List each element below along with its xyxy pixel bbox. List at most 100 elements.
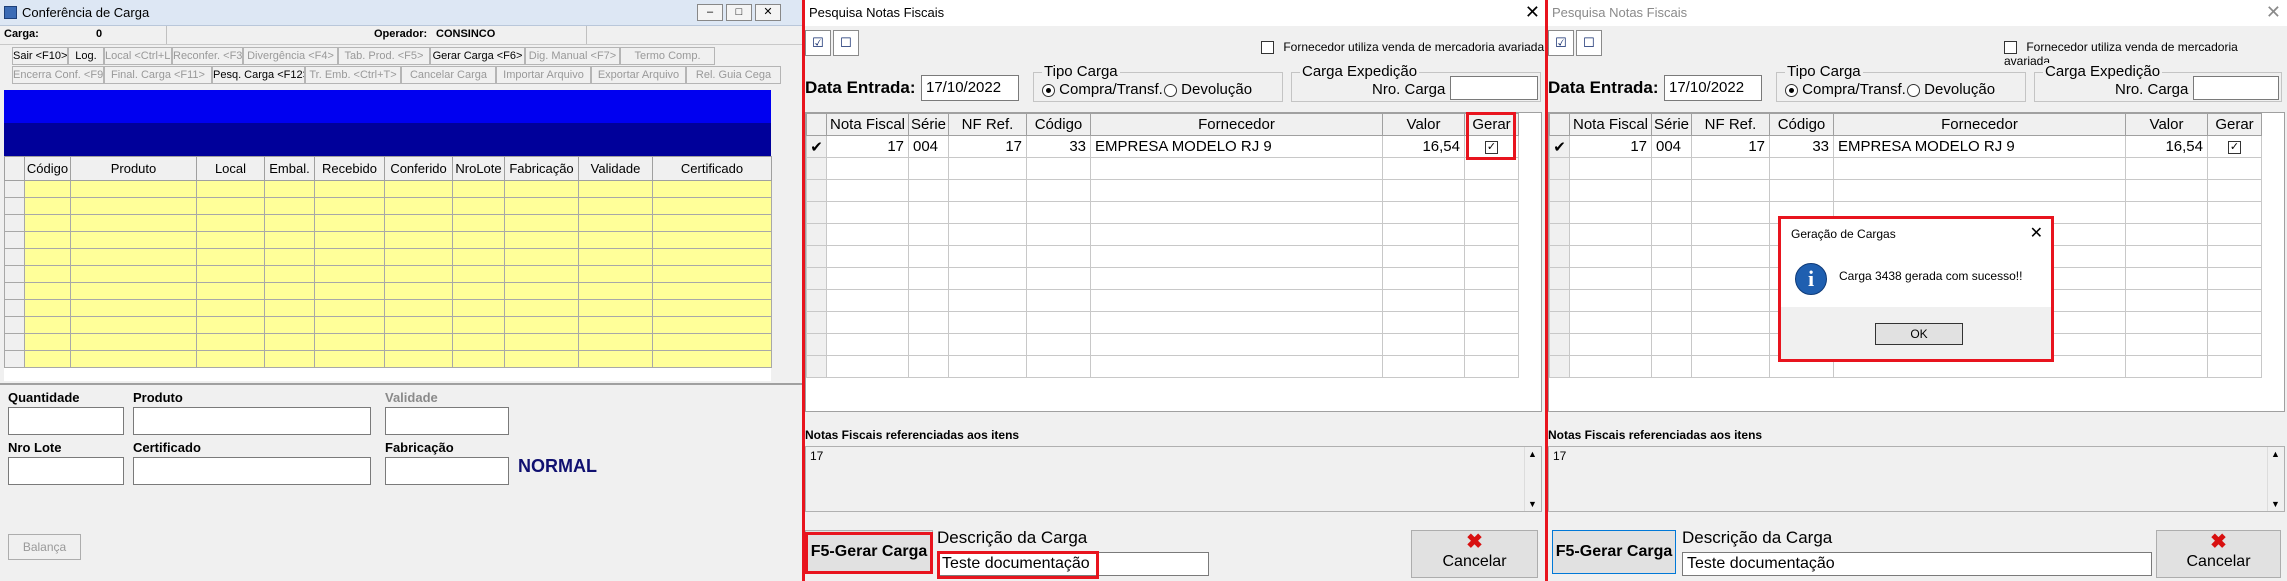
descricao-input[interactable]: Teste documentação — [1682, 552, 2152, 576]
radio-devolucao-dot[interactable] — [1907, 83, 1920, 97]
table-cell[interactable] — [1651, 179, 1692, 202]
table-cell[interactable] — [652, 231, 772, 249]
memo-scrollbar[interactable]: ▲ ▼ — [2267, 447, 2284, 511]
column-header[interactable]: Código — [1026, 113, 1091, 136]
table-cell[interactable] — [2125, 355, 2208, 378]
table-cell[interactable] — [384, 214, 453, 232]
table-cell[interactable] — [2125, 223, 2208, 246]
table-cell[interactable] — [504, 214, 579, 232]
table-row[interactable] — [4, 350, 772, 368]
table-cell[interactable] — [314, 350, 385, 368]
table-cell[interactable] — [196, 299, 265, 317]
table-cell[interactable] — [1569, 333, 1652, 356]
table-cell[interactable] — [652, 299, 772, 317]
row-indicator[interactable] — [4, 197, 25, 215]
data-entrada-input[interactable]: 17/10/2022 — [921, 75, 1019, 101]
table-row[interactable] — [806, 201, 1519, 224]
table-cell[interactable] — [652, 333, 772, 351]
table-row[interactable] — [806, 179, 1519, 202]
table-cell[interactable] — [578, 197, 653, 215]
scroll-up-icon[interactable]: ▲ — [1528, 449, 1537, 459]
row-indicator[interactable] — [4, 265, 25, 283]
table-cell[interactable] — [948, 333, 1027, 356]
table-cell[interactable] — [908, 355, 949, 378]
table-cell[interactable] — [504, 299, 579, 317]
nro-carga-input[interactable] — [1450, 76, 1538, 100]
close-icon[interactable]: ✕ — [1525, 2, 1540, 23]
column-header[interactable]: Fornecedor — [1090, 113, 1383, 136]
column-header[interactable]: NF Ref. — [1691, 113, 1770, 136]
table-cell[interactable] — [314, 316, 385, 334]
column-header[interactable]: Validade — [578, 156, 653, 181]
table-cell[interactable] — [1691, 333, 1770, 356]
table-cell[interactable] — [1651, 223, 1692, 246]
table-cell[interactable] — [652, 265, 772, 283]
table-cell[interactable] — [1769, 179, 1834, 202]
column-header[interactable]: NroLote — [452, 156, 505, 181]
table-cell[interactable] — [1569, 157, 1652, 180]
column-header[interactable]: Série — [908, 113, 949, 136]
row-indicator[interactable] — [4, 248, 25, 266]
table-cell[interactable] — [826, 333, 909, 356]
radio-devolucao-dot[interactable] — [1164, 83, 1177, 97]
table-cell[interactable] — [24, 282, 71, 300]
table-cell[interactable] — [384, 299, 453, 317]
table-cell[interactable] — [1026, 267, 1091, 290]
table-row[interactable] — [806, 245, 1519, 268]
table-cell[interactable] — [948, 245, 1027, 268]
column-header[interactable]: Recebido — [314, 156, 385, 181]
table-cell[interactable] — [1026, 355, 1091, 378]
gerar-cell[interactable] — [1464, 355, 1519, 378]
table-row[interactable] — [1549, 179, 2262, 202]
table-cell[interactable] — [196, 214, 265, 232]
table-cell[interactable] — [504, 316, 579, 334]
table-cell[interactable]: 16,54 — [1382, 135, 1465, 158]
table-cell[interactable] — [24, 350, 71, 368]
gerar-cell[interactable] — [2207, 157, 2262, 180]
table-cell[interactable] — [196, 248, 265, 266]
table-cell[interactable] — [1382, 267, 1465, 290]
table-cell[interactable] — [452, 231, 505, 249]
table-cell[interactable] — [1651, 267, 1692, 290]
row-indicator[interactable] — [1549, 267, 1570, 290]
table-cell[interactable] — [196, 231, 265, 249]
table-row[interactable] — [4, 214, 772, 232]
table-cell[interactable] — [826, 267, 909, 290]
notas-ref-memo[interactable]: 17 ▲ ▼ — [1548, 446, 2285, 512]
table-cell[interactable] — [652, 214, 772, 232]
table-row[interactable] — [1549, 157, 2262, 180]
column-header[interactable]: NF Ref. — [948, 113, 1027, 136]
table-cell[interactable] — [264, 350, 315, 368]
table-cell[interactable]: 17 — [948, 135, 1027, 158]
table-cell[interactable]: 004 — [908, 135, 949, 158]
table-cell[interactable] — [652, 180, 772, 198]
table-cell[interactable] — [1651, 311, 1692, 334]
table-cell[interactable] — [384, 350, 453, 368]
table-cell[interactable]: 33 — [1026, 135, 1091, 158]
radio-compra-dot[interactable] — [1785, 83, 1798, 97]
table-cell[interactable] — [1382, 201, 1465, 224]
table-cell[interactable] — [196, 180, 265, 198]
table-cell[interactable] — [70, 265, 197, 283]
table-cell[interactable] — [2125, 267, 2208, 290]
row-indicator[interactable] — [4, 214, 25, 232]
toolbar-button[interactable]: Rel. Guia Cega — [686, 66, 781, 84]
row-indicator[interactable] — [1549, 289, 1570, 312]
column-header[interactable]: Certificado — [652, 156, 772, 181]
select-all-icon[interactable]: ☑ — [805, 30, 831, 56]
table-cell[interactable] — [1026, 223, 1091, 246]
table-cell[interactable] — [1090, 157, 1383, 180]
table-cell[interactable] — [452, 265, 505, 283]
quantidade-input[interactable] — [8, 407, 124, 435]
table-cell[interactable] — [452, 350, 505, 368]
table-cell[interactable] — [70, 316, 197, 334]
row-indicator[interactable] — [4, 282, 25, 300]
row-indicator[interactable] — [806, 245, 827, 268]
table-row[interactable]: ✔ 17 004 17 33 EMPRESA MODELO RJ 9 16,54 ✓ — [1549, 135, 2262, 158]
table-cell[interactable] — [314, 333, 385, 351]
toolbar-button[interactable]: Pesq. Carga <F12> — [212, 66, 305, 84]
table-cell[interactable] — [908, 245, 949, 268]
table-row[interactable] — [806, 157, 1519, 180]
row-indicator[interactable] — [806, 201, 827, 224]
toolbar-button[interactable]: Sair <F10> — [12, 47, 68, 65]
